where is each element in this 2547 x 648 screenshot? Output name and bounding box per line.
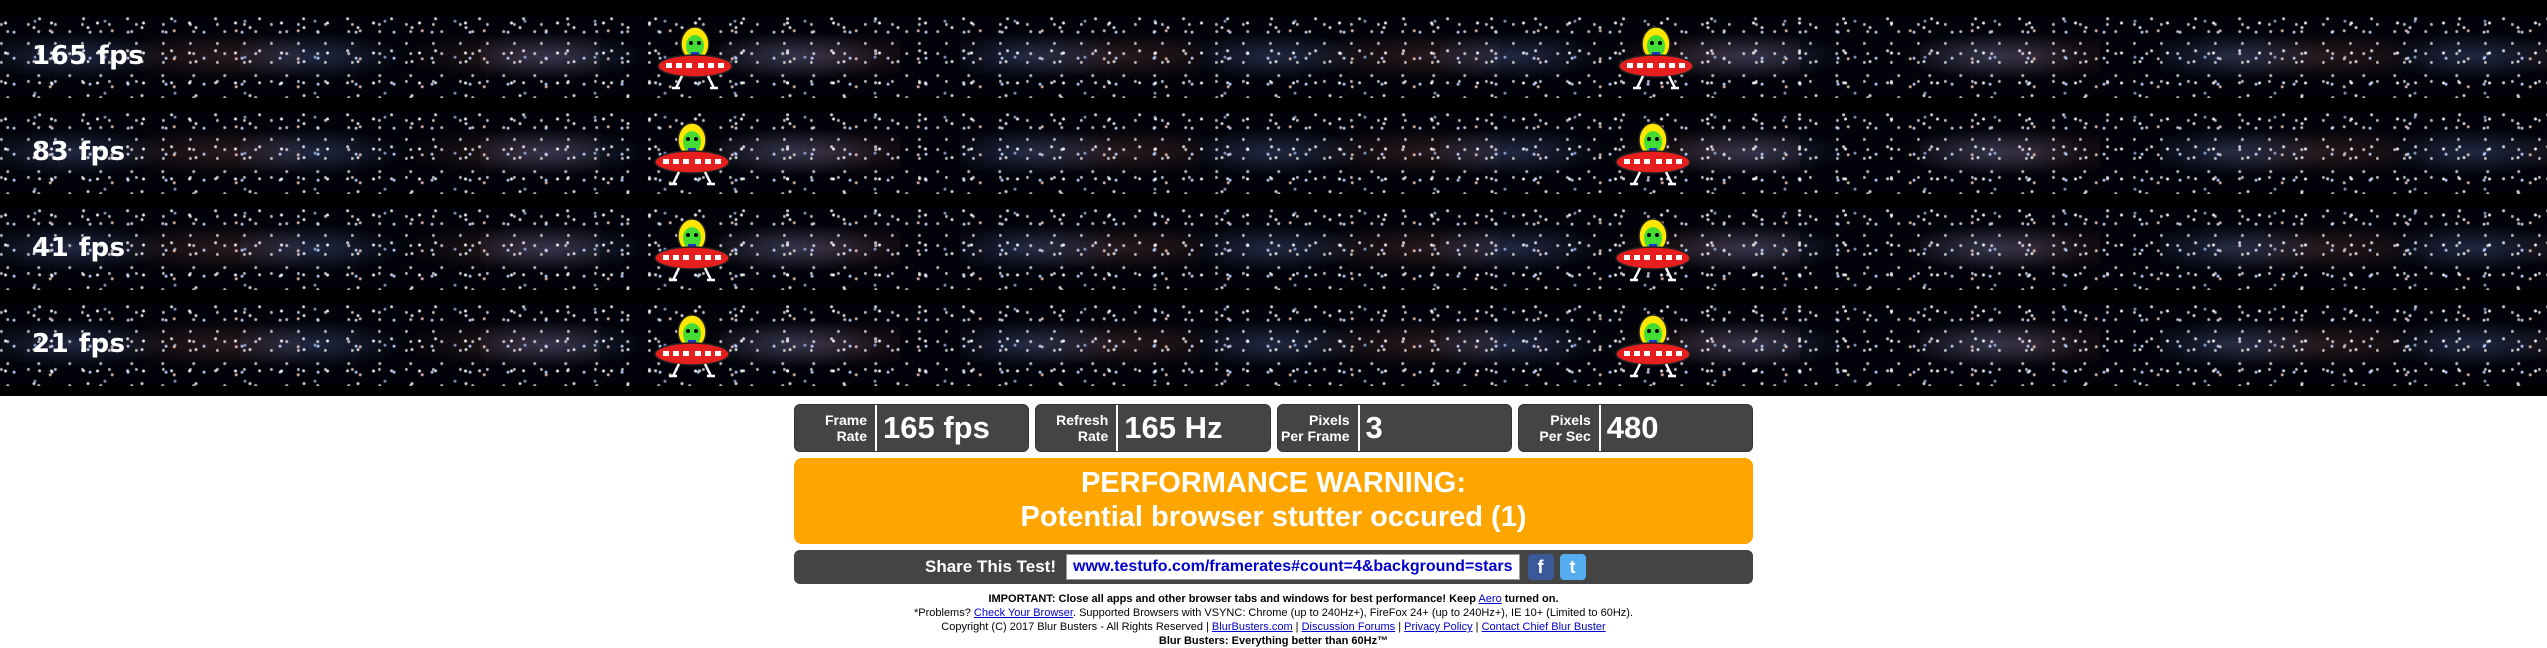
important-note: IMPORTANT: Close all apps and other brow… (988, 593, 1559, 605)
share-label: Share This Test! (925, 557, 1056, 576)
stat-label: Refresh Rate (1036, 405, 1119, 451)
stat-label: Frame Rate (795, 405, 877, 451)
problems-note: *Problems? Check Your Browser. Supported… (913, 607, 1633, 619)
share-bar: Share This Test! www.testufo.com/framera… (794, 550, 1753, 584)
ufo-icon (1618, 26, 1694, 90)
facebook-icon[interactable]: f (1527, 554, 1554, 580)
copyright-line: Copyright (C) 2017 Blur Busters - All Ri… (941, 621, 1606, 633)
contact-link[interactable]: Contact Chief Blur Buster (1482, 621, 1606, 633)
ufo-icon (654, 314, 730, 378)
check-browser-link[interactable]: Check Your Browser (974, 607, 1073, 619)
ufo-icon (1615, 218, 1691, 282)
lane-21fps: 21 fps (0, 302, 2547, 386)
ufo-icon (654, 122, 730, 186)
performance-warning: PERFORMANCE WARNING: Potential browser s… (794, 458, 1753, 544)
lane-165fps: 165 fps (0, 14, 2547, 98)
ufo-icon (654, 218, 730, 282)
stat-refresh-rate: Refresh Rate 165 Hz (1035, 404, 1271, 452)
stat-value: 480 (1606, 410, 1659, 445)
stat-value: 3 (1365, 410, 1383, 445)
stat-frame-rate: Frame Rate 165 fps (794, 404, 1030, 452)
twitter-icon[interactable]: t (1559, 554, 1586, 580)
footer: IMPORTANT: Close all apps and other brow… (794, 592, 1753, 648)
share-url-field[interactable]: www.testufo.com/framerates#count=4&backg… (1066, 554, 1520, 580)
tagline: Blur Busters: Everything better than 60H… (1158, 635, 1389, 647)
warning-message: Potential browser stutter occured (1) (1020, 501, 1527, 533)
warning-title: PERFORMANCE WARNING: (1080, 467, 1467, 499)
lane-label: 83 fps (32, 137, 126, 167)
stat-value: 165 fps (883, 410, 990, 445)
stat-pixels-per-frame: Pixels Per Frame 3 (1276, 404, 1512, 452)
stat-pixels-per-sec: Pixels Per Sec 480 (1517, 404, 1753, 452)
lane-label: 41 fps (32, 233, 126, 263)
privacy-policy-link[interactable]: Privacy Policy (1404, 621, 1472, 633)
control-panel: Frame Rate 165 fps Refresh Rate 165 Hz Pix… (794, 404, 1753, 648)
aero-link[interactable]: Aero (1478, 593, 1501, 605)
stat-value: 165 Hz (1124, 410, 1223, 445)
discussion-forums-link[interactable]: Discussion Forums (1302, 621, 1396, 633)
blurbusters-link[interactable]: BlurBusters.com (1212, 621, 1293, 633)
lane-label: 21 fps (32, 329, 126, 359)
lane-label: 165 fps (32, 41, 145, 71)
ufo-icon (657, 26, 733, 90)
ufo-icon (1615, 122, 1691, 186)
lane-83fps: 83 fps (0, 110, 2547, 194)
stat-label: Pixels Per Frame (1278, 405, 1360, 451)
ufo-icon (1615, 314, 1691, 378)
stat-label: Pixels Per Sec (1519, 405, 1601, 451)
ufo-test-stage: 165 fps 83 fps 41 fps 21 fps (0, 0, 2547, 396)
stats-bar: Frame Rate 165 fps Refresh Rate 165 Hz Pix… (794, 404, 1753, 452)
lane-41fps: 41 fps (0, 206, 2547, 290)
